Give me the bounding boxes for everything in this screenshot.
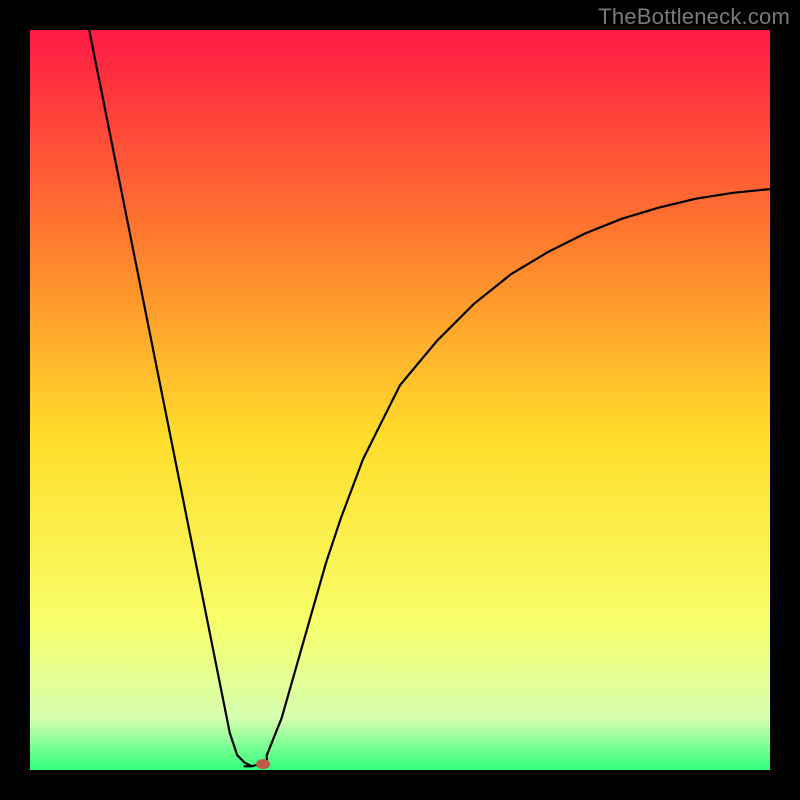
watermark-text: TheBottleneck.com [598,4,790,30]
gradient-background [30,30,770,770]
chart-frame: TheBottleneck.com [0,0,800,800]
minimum-marker [256,759,270,769]
plot-svg [30,30,770,770]
plot-area [30,30,770,770]
